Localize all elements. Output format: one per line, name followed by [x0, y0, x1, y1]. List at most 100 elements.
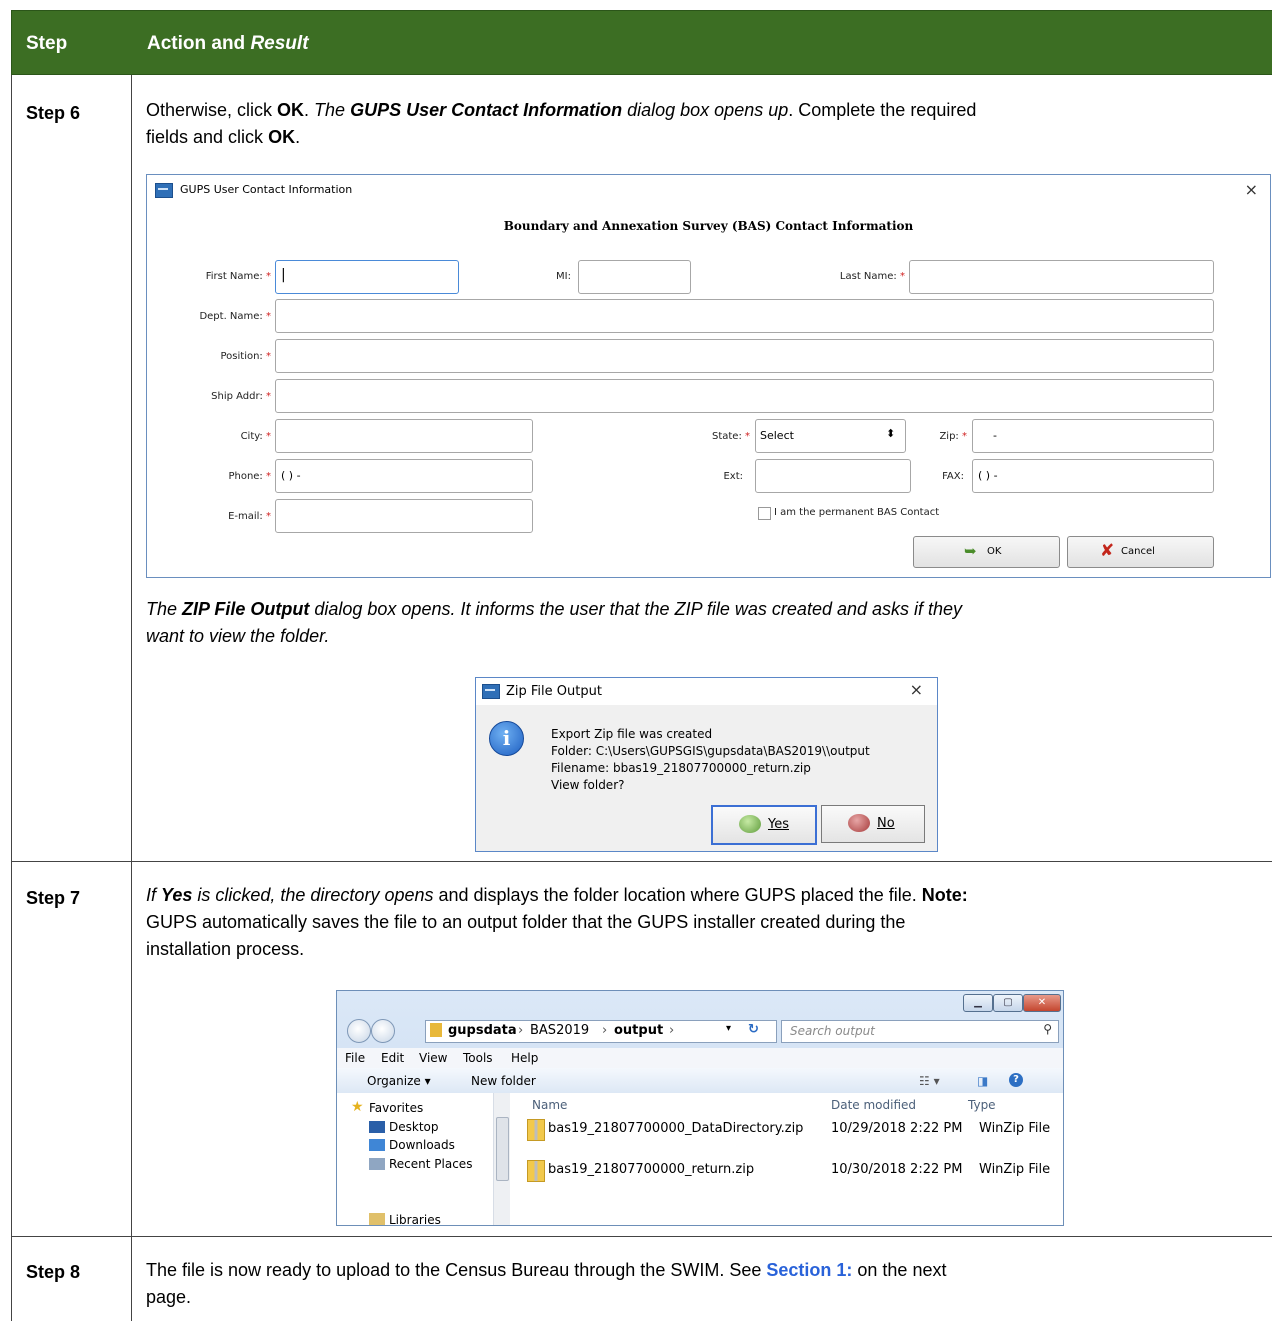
menu-item[interactable]: Tools	[463, 1051, 493, 1065]
contact-dialog: GUPS User Contact Information × Boundary…	[146, 174, 1271, 578]
message-line: View folder?	[551, 778, 625, 792]
zip-dialog-title: Zip File Output	[506, 684, 602, 699]
fax-field[interactable]: ( ) -	[972, 459, 1214, 493]
downloads-icon	[369, 1139, 385, 1151]
row-divider	[11, 1236, 1272, 1237]
table-header: Step Action and Result	[11, 10, 1272, 75]
command-bar: Organize ▾ New folder ☷ ▾ ◨ ?	[337, 1068, 1063, 1094]
path-segment[interactable]: output	[614, 1023, 663, 1038]
contact-dialog-titlebar: GUPS User Contact Information ×	[147, 175, 1270, 205]
yes-button[interactable]: Yes	[711, 805, 817, 845]
ext-field[interactable]	[755, 459, 911, 493]
minimize-button[interactable]: ▁	[963, 994, 993, 1012]
cancel-button[interactable]: ✘ Cancel	[1067, 536, 1214, 568]
organize-button[interactable]: Organize ▾	[367, 1074, 431, 1088]
dept-name-label: Dept. Name: *	[199, 311, 271, 322]
maximize-button[interactable]: ▢	[993, 994, 1023, 1012]
content-pane: ★ Favorites Desktop Downloads Recent Pla…	[337, 1093, 1063, 1225]
file-name: bas19_21807700000_DataDirectory.zip	[548, 1121, 804, 1136]
menu-item[interactable]: View	[419, 1051, 447, 1065]
menu-item[interactable]: Help	[511, 1051, 538, 1065]
step8-line2: page.	[146, 1287, 192, 1307]
column-name[interactable]: Name	[532, 1098, 567, 1112]
dept-name-field[interactable]	[275, 299, 1214, 333]
ship-addr-label: Ship Addr: *	[211, 391, 271, 402]
zip-file-output-dialog: Zip File Output × i Export Zip file was …	[475, 677, 938, 852]
permanent-contact-label: I am the permanent BAS Contact	[774, 507, 940, 518]
city-label: City: *	[240, 431, 271, 442]
path-segment[interactable]: gupsdata	[448, 1023, 517, 1038]
last-name-label: Last Name: *	[839, 271, 905, 282]
search-input[interactable]: Search output ⚲	[781, 1020, 1059, 1043]
nav-downloads[interactable]: Downloads	[389, 1138, 455, 1152]
step6-line1: Otherwise, click OK. The GUPS User Conta…	[146, 100, 977, 120]
forward-button[interactable]	[371, 1019, 395, 1043]
mi-field[interactable]	[578, 260, 691, 294]
navigation-pane: ★ Favorites Desktop Downloads Recent Pla…	[337, 1093, 510, 1225]
zip-desc-line2: want to view the folder.	[146, 626, 330, 646]
step8-text: The file is now ready to upload to the C…	[146, 1257, 1266, 1311]
ok-button[interactable]: ➥ OK	[913, 536, 1060, 568]
step7-line3: installation process.	[146, 939, 305, 959]
nav-desktop[interactable]: Desktop	[389, 1120, 439, 1134]
file-name: bas19_21807700000_return.zip	[548, 1162, 755, 1177]
ship-addr-field[interactable]	[275, 379, 1214, 413]
position-field[interactable]	[275, 339, 1214, 373]
zip-dialog-message: Export Zip file was created Folder: C:\U…	[551, 726, 870, 794]
state-label: State: *	[711, 431, 750, 442]
green-orb-icon	[739, 815, 761, 833]
path-segment[interactable]: BAS2019	[530, 1023, 589, 1038]
star-icon: ★	[351, 1099, 364, 1115]
row-divider	[11, 861, 1272, 862]
desktop-icon	[369, 1121, 385, 1133]
file-date: 10/30/2018 2:22 PM	[831, 1162, 963, 1177]
zip-file-icon	[527, 1160, 545, 1182]
column-date-modified[interactable]: Date modified	[831, 1098, 916, 1112]
folder-icon	[430, 1023, 442, 1037]
preview-pane-icon[interactable]: ◨	[977, 1074, 988, 1088]
nav-favorites[interactable]: Favorites	[369, 1101, 423, 1115]
message-line: Export Zip file was created	[551, 727, 713, 741]
email-field[interactable]	[275, 499, 533, 533]
zip-field[interactable]: -	[972, 419, 1214, 453]
nav-recent-places[interactable]: Recent Places	[389, 1157, 472, 1171]
state-select[interactable]: Select ⬍	[755, 419, 906, 453]
new-folder-button[interactable]: New folder	[471, 1074, 536, 1088]
menu-item[interactable]: File	[345, 1051, 365, 1065]
close-button[interactable]: ✕	[1023, 994, 1061, 1012]
message-line: Folder: C:\Users\GUPSGIS\gupsdata\BAS201…	[551, 744, 870, 758]
help-icon[interactable]: ?	[1009, 1073, 1023, 1087]
city-field[interactable]	[275, 419, 533, 453]
close-icon[interactable]: ×	[1245, 180, 1258, 199]
address-bar[interactable]: gupsdata › BAS2019 › output › ▾ ↻	[425, 1020, 777, 1043]
no-button[interactable]: No	[821, 805, 925, 843]
zip-dialog-titlebar: Zip File Output ×	[476, 678, 937, 705]
nav-libraries[interactable]: Libraries	[389, 1213, 441, 1225]
libraries-icon	[369, 1213, 385, 1225]
table-border-left	[11, 75, 12, 1321]
first-name-field[interactable]: |	[275, 260, 459, 294]
refresh-icon[interactable]: ↻	[748, 1022, 759, 1037]
phone-field[interactable]: ( ) -	[275, 459, 533, 493]
zip-label: Zip: *	[939, 431, 967, 442]
last-name-field[interactable]	[909, 260, 1214, 294]
back-button[interactable]	[347, 1019, 371, 1043]
file-date: 10/29/2018 2:22 PM	[831, 1121, 963, 1136]
info-icon: i	[489, 721, 524, 756]
dropdown-icon[interactable]: ▾	[726, 1023, 731, 1034]
view-options-icon[interactable]: ☷ ▾	[919, 1074, 940, 1088]
explorer-window: ▁ ▢ ✕ gupsdata › BAS2019 › output › ▾ ↻ …	[336, 990, 1064, 1226]
contact-dialog-title: GUPS User Contact Information	[180, 183, 353, 196]
section-link[interactable]: Section 1:	[766, 1260, 852, 1280]
permanent-contact-checkbox[interactable]	[758, 507, 771, 520]
column-type[interactable]: Type	[968, 1098, 996, 1112]
step-label: Step 8	[26, 1262, 81, 1282]
step8-line1: The file is now ready to upload to the C…	[146, 1260, 947, 1280]
close-icon[interactable]: ×	[910, 680, 923, 699]
file-type: WinZip File	[979, 1121, 1051, 1136]
menu-item[interactable]: Edit	[381, 1051, 404, 1065]
ok-arrow-icon: ➥	[964, 542, 977, 560]
gups-app-icon	[482, 684, 500, 699]
nav-scrollbar[interactable]	[493, 1093, 510, 1225]
step6-text: Otherwise, click OK. The GUPS User Conta…	[146, 97, 1266, 151]
